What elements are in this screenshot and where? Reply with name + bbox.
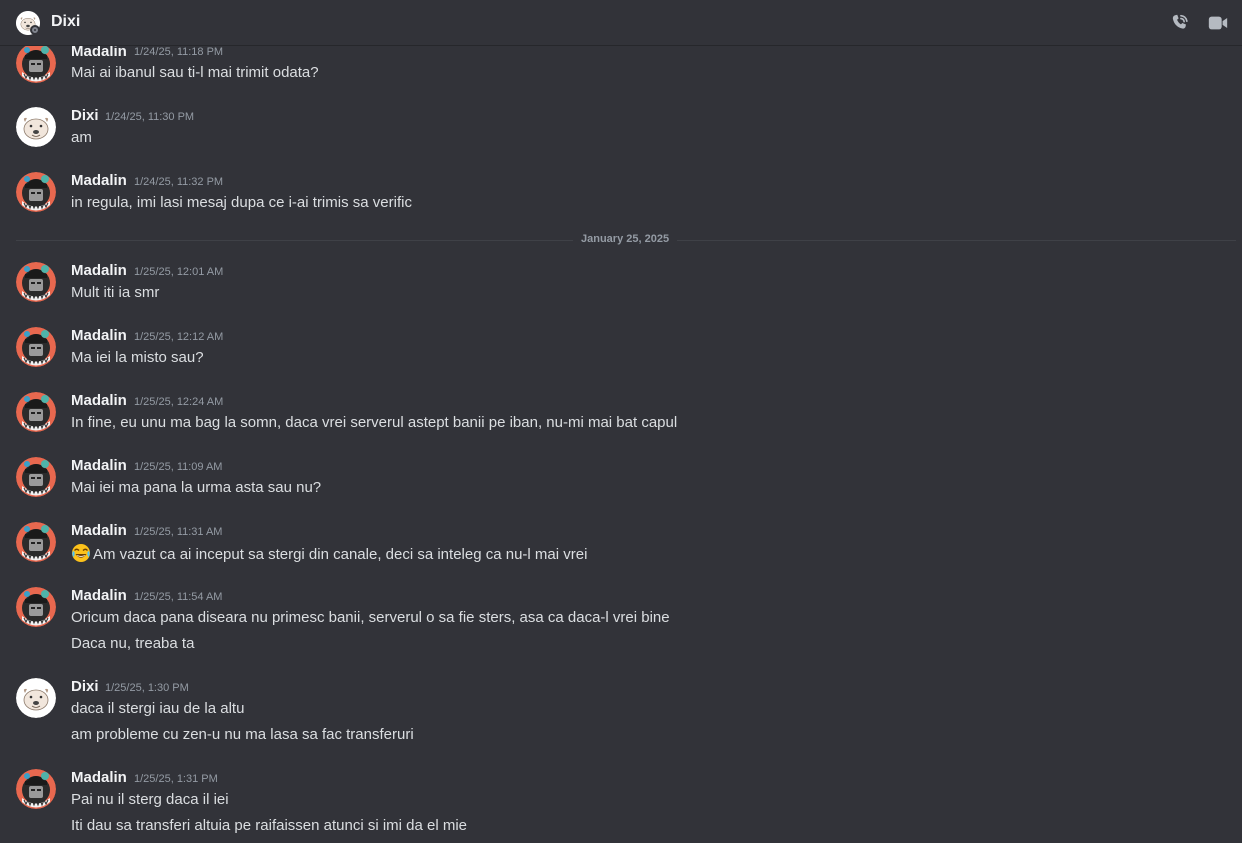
- message-text: Oricum daca pana diseara nu primesc bani…: [71, 609, 670, 626]
- dixi-avatar[interactable]: [16, 107, 56, 147]
- message-text: Pai nu il sterg daca il iei: [71, 791, 229, 808]
- message-timestamp: 1/25/25, 1:31 PM: [134, 773, 218, 785]
- date-divider-label: January 25, 2025: [573, 233, 678, 245]
- message-text: Ma iei la misto sau?: [71, 349, 204, 366]
- message-timestamp: 1/25/25, 12:01 AM: [134, 266, 224, 278]
- channel-header: Dixi: [0, 0, 1242, 46]
- joy-emoji-icon: [72, 544, 90, 562]
- message-text: am probleme cu zen-u nu ma lasa sa fac t…: [71, 726, 414, 743]
- madalin-avatar[interactable]: [16, 262, 56, 302]
- message-text: Mai ai ibanul sau ti-l mai trimit odata?: [71, 64, 319, 81]
- madalin-avatar[interactable]: [16, 522, 56, 562]
- message-text: am: [71, 129, 92, 146]
- message-author[interactable]: Madalin: [71, 457, 127, 474]
- madalin-avatar[interactable]: [16, 587, 56, 627]
- message-timestamp: 1/25/25, 1:30 PM: [105, 682, 189, 694]
- video-camera-icon[interactable]: [1206, 12, 1230, 34]
- message-author[interactable]: Madalin: [71, 522, 127, 539]
- message-author[interactable]: Dixi: [71, 678, 99, 695]
- madalin-avatar[interactable]: [16, 457, 56, 497]
- message-timestamp: 1/24/25, 11:18 PM: [134, 46, 224, 58]
- message-author[interactable]: Madalin: [71, 262, 127, 279]
- message-timestamp: 1/24/25, 11:32 PM: [134, 176, 224, 188]
- message-timestamp: 1/25/25, 11:31 AM: [134, 526, 223, 538]
- phone-icon[interactable]: [1168, 12, 1192, 34]
- message-author[interactable]: Madalin: [71, 587, 127, 604]
- message-author[interactable]: Madalin: [71, 392, 127, 409]
- message-timestamp: 1/24/25, 11:30 PM: [105, 111, 195, 123]
- madalin-avatar[interactable]: [16, 327, 56, 367]
- message-text: Daca nu, treaba ta: [71, 635, 195, 652]
- message-text: Am vazut ca ai inceput sa stergi din can…: [93, 546, 588, 563]
- message-timestamp: 1/25/25, 12:24 AM: [134, 396, 224, 408]
- message-timestamp: 1/25/25, 12:12 AM: [134, 331, 224, 343]
- message-author[interactable]: Dixi: [71, 107, 99, 124]
- offline-status-icon: [30, 25, 40, 35]
- madalin-avatar[interactable]: [16, 172, 56, 212]
- dixi-avatar[interactable]: [16, 678, 56, 718]
- message-text: daca il stergi iau de la altu: [71, 700, 245, 717]
- message-line: Am vazut ca ai inceput sa stergi din can…: [71, 543, 587, 563]
- message-author[interactable]: Madalin: [71, 172, 127, 189]
- madalin-avatar[interactable]: [16, 769, 56, 809]
- message-author[interactable]: Madalin: [71, 327, 127, 344]
- message-timestamp: 1/25/25, 11:54 AM: [134, 591, 223, 603]
- message-author[interactable]: Madalin: [71, 769, 127, 786]
- message-text: In fine, eu unu ma bag la somn, daca vre…: [71, 414, 678, 431]
- message-text: in regula, imi lasi mesaj dupa ce i-ai t…: [71, 194, 412, 211]
- message-text: Mai iei ma pana la urma asta sau nu?: [71, 479, 322, 496]
- message-text: Mult iti ia smr: [71, 284, 160, 301]
- message-list: Madalin 1/24/25, 11:18 PM Mai ai ibanul …: [0, 0, 1242, 843]
- message-timestamp: 1/25/25, 11:09 AM: [134, 461, 223, 473]
- madalin-avatar[interactable]: [16, 392, 56, 432]
- header-username[interactable]: Dixi: [51, 13, 80, 31]
- message-text: Iti dau sa transferi altuia pe raifaisse…: [71, 817, 468, 834]
- madalin-avatar[interactable]: [16, 43, 56, 83]
